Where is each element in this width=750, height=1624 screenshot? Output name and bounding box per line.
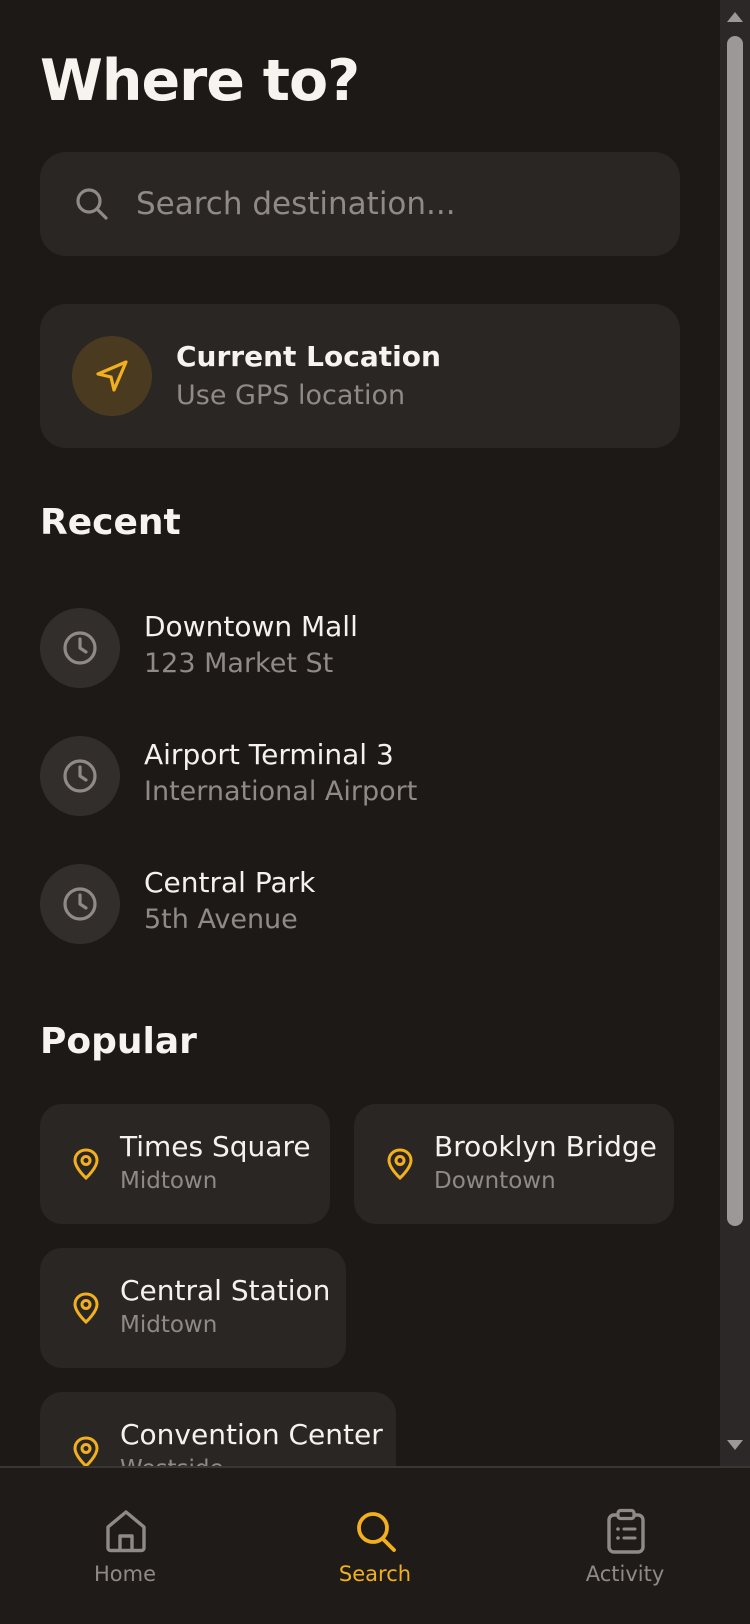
popular-place-name: Times Square bbox=[120, 1130, 311, 1163]
recent-item-name: Downtown Mall bbox=[144, 610, 358, 643]
clock-icon bbox=[63, 631, 97, 665]
recent-item[interactable]: Central Park 5th Avenue bbox=[40, 862, 680, 946]
current-location-title: Current Location bbox=[176, 340, 441, 373]
nav-search[interactable]: Search bbox=[250, 1468, 500, 1588]
nav-search-label: Search bbox=[338, 1562, 412, 1586]
home-icon bbox=[106, 1510, 146, 1553]
recent-icon-circle bbox=[40, 864, 120, 944]
recent-item-name: Airport Terminal 3 bbox=[144, 738, 394, 771]
scrollbar[interactable] bbox=[720, 0, 750, 1466]
recent-item[interactable]: Airport Terminal 3 International Airport bbox=[40, 734, 680, 818]
search-input[interactable] bbox=[136, 178, 656, 230]
popular-place-area: Midtown bbox=[120, 1312, 218, 1338]
popular-place-card[interactable]: Times Square Midtown bbox=[40, 1104, 330, 1224]
popular-place-card[interactable]: Central Station Midtown bbox=[40, 1248, 346, 1368]
search-box[interactable] bbox=[40, 152, 680, 256]
recent-item-address: 123 Market St bbox=[144, 648, 334, 679]
recent-icon-circle bbox=[40, 608, 120, 688]
bottom-nav: Home Search Activity bbox=[0, 1466, 750, 1624]
search-icon bbox=[357, 1512, 396, 1552]
nav-activity-label: Activity bbox=[585, 1562, 665, 1586]
scroll-up-arrow[interactable] bbox=[727, 12, 743, 22]
current-location-card[interactable]: Current Location Use GPS location bbox=[40, 304, 680, 448]
current-location-subtitle: Use GPS location bbox=[176, 380, 406, 411]
current-location-icon-circle bbox=[72, 336, 152, 416]
recent-item[interactable]: Downtown Mall 123 Market St bbox=[40, 606, 680, 690]
page-title: Where to? bbox=[40, 48, 360, 114]
map-pin-icon bbox=[73, 1292, 99, 1324]
recent-item-address: 5th Avenue bbox=[144, 904, 298, 935]
popular-place-card[interactable]: Brooklyn Bridge Downtown bbox=[354, 1104, 674, 1224]
scrollbar-thumb[interactable] bbox=[727, 36, 743, 1226]
map-pin-icon bbox=[387, 1148, 413, 1180]
recent-heading: Recent bbox=[40, 502, 181, 543]
recent-item-name: Central Park bbox=[144, 866, 316, 899]
clock-icon bbox=[63, 887, 97, 921]
clock-icon bbox=[63, 759, 97, 793]
nav-home-label: Home bbox=[93, 1562, 156, 1586]
nav-home[interactable]: Home bbox=[0, 1468, 250, 1588]
navigation-arrow-icon bbox=[96, 360, 128, 392]
popular-heading: Popular bbox=[40, 1021, 197, 1062]
popular-place-name: Central Station bbox=[120, 1274, 331, 1307]
map-pin-icon bbox=[73, 1148, 99, 1180]
recent-icon-circle bbox=[40, 736, 120, 816]
clipboard-list-icon bbox=[607, 1508, 645, 1554]
popular-place-area: Downtown bbox=[434, 1168, 556, 1194]
scroll-down-arrow[interactable] bbox=[727, 1440, 743, 1450]
popular-place-name: Convention Center bbox=[120, 1418, 383, 1451]
recent-item-address: International Airport bbox=[144, 776, 418, 807]
popular-place-area: Midtown bbox=[120, 1168, 218, 1194]
popular-place-area: Westside bbox=[120, 1456, 224, 1466]
nav-activity[interactable]: Activity bbox=[500, 1468, 750, 1588]
popular-place-card[interactable]: Convention Center Westside bbox=[40, 1392, 396, 1466]
popular-place-name: Brooklyn Bridge bbox=[434, 1130, 657, 1163]
map-pin-icon bbox=[73, 1436, 99, 1466]
search-icon bbox=[76, 188, 108, 220]
main-content: Where to? Current Location Use GPS locat… bbox=[0, 0, 720, 1466]
